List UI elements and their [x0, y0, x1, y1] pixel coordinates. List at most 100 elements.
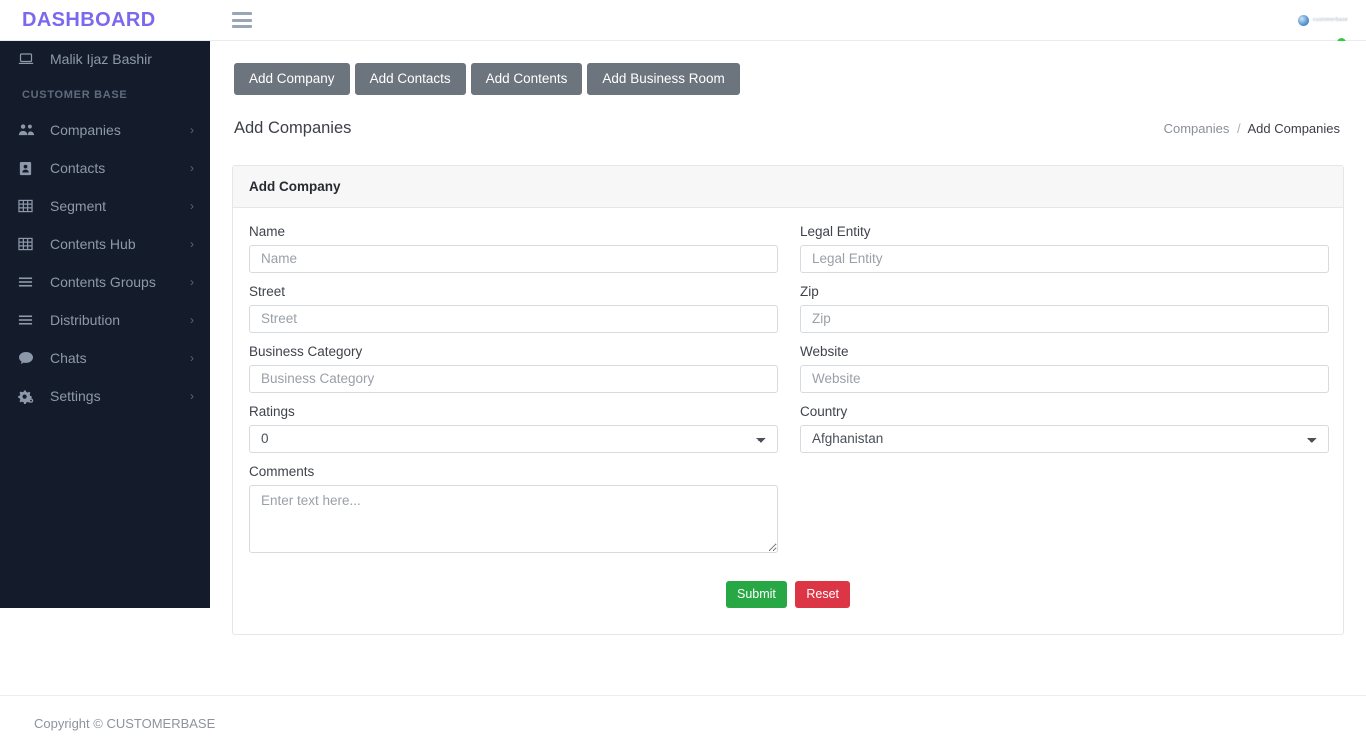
- comments-textarea[interactable]: [249, 484, 778, 553]
- chevron-right-icon: ›: [190, 237, 194, 251]
- add-company-form: Name Street Business Category Ratings 01…: [233, 208, 1343, 634]
- gears-icon: [18, 389, 50, 404]
- top-navbar: DASHBOARD customerbase: [0, 0, 1366, 47]
- chat-bubble-icon: [18, 351, 50, 365]
- sidebar-section-heading: CUSTOMER BASE: [22, 89, 128, 101]
- breadcrumb-current: Add Companies: [1247, 120, 1341, 136]
- hamburger-bar: [232, 12, 252, 15]
- country-label: Country: [800, 403, 848, 419]
- breadcrumb-parent[interactable]: Companies: [1164, 121, 1230, 136]
- form-column-left: Comments: [249, 464, 778, 569]
- tab-add-contents[interactable]: Add Contents: [470, 63, 583, 95]
- chevron-right-icon: ›: [190, 123, 194, 137]
- chevron-right-icon: ›: [190, 389, 194, 403]
- zip-input[interactable]: [800, 304, 1329, 333]
- tab-add-company[interactable]: Add Company: [234, 63, 350, 95]
- field-group-legal-entity: Legal Entity: [800, 224, 1329, 273]
- sidebar-item-chats[interactable]: Chats ›: [0, 339, 210, 377]
- sidebar-item-label: Segment: [50, 198, 107, 214]
- field-group-website: Website: [800, 344, 1329, 393]
- chevron-right-icon: ›: [190, 313, 194, 327]
- business-category-label: Business Category: [249, 343, 363, 359]
- field-group-zip: Zip: [800, 284, 1329, 333]
- chevron-right-icon: ›: [190, 199, 194, 213]
- user-menu[interactable]: customerbase: [1297, 14, 1348, 26]
- sidebar-user[interactable]: Malik Ijaz Bashir: [0, 41, 210, 77]
- website-input[interactable]: [800, 364, 1329, 393]
- legal-entity-label: Legal Entity: [800, 223, 871, 239]
- sidebar-item-contents-groups[interactable]: Contents Groups ›: [0, 263, 210, 301]
- field-group-ratings: Ratings 012345: [249, 404, 778, 453]
- tab-add-contacts[interactable]: Add Contacts: [354, 63, 466, 95]
- website-label: Website: [800, 343, 849, 359]
- comments-label: Comments: [249, 463, 315, 479]
- form-column-right-empty: [800, 464, 1329, 569]
- sidebar-item-label: Contents Groups: [50, 274, 156, 290]
- chevron-right-icon: ›: [190, 161, 194, 175]
- table-grid-icon: [18, 199, 50, 213]
- chevron-right-icon: ›: [190, 351, 194, 365]
- sidebar-item-segment[interactable]: Segment ›: [0, 187, 210, 225]
- sidebar-item-contents-hub[interactable]: Contents Hub ›: [0, 225, 210, 263]
- contact-card-icon: [18, 161, 50, 176]
- reset-button[interactable]: Reset: [795, 580, 850, 608]
- avatar: [1297, 14, 1309, 26]
- user-name-label: customerbase: [1312, 17, 1348, 23]
- sidebar-user-label: Malik Ijaz Bashir: [50, 51, 152, 67]
- form-row: Name Street Business Category Ratings 01…: [249, 224, 1329, 464]
- page-header: Add Companies Companies / Add Companies: [210, 95, 1366, 138]
- name-label: Name: [249, 223, 286, 239]
- breadcrumb: Companies / Add Companies: [1164, 121, 1340, 136]
- name-input[interactable]: [249, 244, 778, 273]
- card-heading: Add Company: [233, 165, 1343, 208]
- chevron-right-icon: ›: [190, 275, 194, 289]
- sidebar-item-companies[interactable]: Companies ›: [0, 111, 210, 149]
- hamburger-bar: [232, 18, 252, 22]
- action-tab-bar: Add Company Add Contacts Add Contents Ad…: [210, 41, 1366, 95]
- main-content: Add Company Add Contacts Add Contents Ad…: [210, 41, 1366, 750]
- street-label: Street: [249, 283, 286, 299]
- sidebar-item-label: Contents Hub: [50, 236, 136, 252]
- add-company-card: Add Company Name Street Business Categor…: [232, 164, 1344, 635]
- zip-label: Zip: [800, 283, 819, 299]
- country-select[interactable]: AfghanistanAlbaniaAlgeriaAndorraAngola: [800, 424, 1329, 453]
- topbar-right-group: customerbase: [1297, 14, 1366, 47]
- list-bars-icon: [18, 314, 50, 326]
- footer: Copyright © CUSTOMERBASE: [0, 695, 1366, 750]
- ratings-select[interactable]: 012345: [249, 424, 778, 453]
- sidebar-item-label: Settings: [50, 388, 101, 404]
- field-group-country: Country AfghanistanAlbaniaAlgeriaAndorra…: [800, 404, 1329, 453]
- app-brand: DASHBOARD: [22, 8, 156, 31]
- field-group-street: Street: [249, 284, 778, 333]
- breadcrumb-separator: /: [1236, 120, 1241, 136]
- legal-entity-input[interactable]: [800, 244, 1329, 273]
- ratings-label: Ratings: [249, 403, 295, 419]
- hamburger-bar: [232, 25, 252, 28]
- sidebar-item-contacts[interactable]: Contacts ›: [0, 149, 210, 187]
- form-column-right: Legal Entity Zip Website Country Afghani…: [800, 224, 1329, 464]
- business-category-input[interactable]: [249, 364, 778, 393]
- sidebar-item-label: Distribution: [50, 312, 121, 328]
- users-group-icon: [18, 123, 50, 137]
- sidebar: Malik Ijaz Bashir CUSTOMER BASE Companie…: [0, 41, 210, 608]
- field-group-comments: Comments: [249, 464, 778, 558]
- sidebar-item-label: Companies: [50, 122, 121, 138]
- tab-add-business-room[interactable]: Add Business Room: [587, 63, 740, 95]
- page-title: Add Companies: [234, 118, 352, 137]
- laptop-icon: [18, 51, 50, 67]
- form-actions: Submit Reset: [249, 569, 1327, 608]
- form-column-left: Name Street Business Category Ratings 01…: [249, 224, 778, 464]
- sidebar-item-label: Chats: [50, 350, 87, 366]
- field-group-name: Name: [249, 224, 778, 273]
- copyright-text: Copyright © CUSTOMERBASE: [34, 715, 216, 731]
- field-group-business-category: Business Category: [249, 344, 778, 393]
- sidebar-item-distribution[interactable]: Distribution ›: [0, 301, 210, 339]
- submit-button[interactable]: Submit: [725, 580, 787, 608]
- form-row: Comments: [249, 464, 1327, 569]
- table-grid-icon: [18, 237, 50, 251]
- sidebar-item-settings[interactable]: Settings ›: [0, 377, 210, 415]
- list-bars-icon: [18, 276, 50, 288]
- sidebar-item-label: Contacts: [50, 160, 106, 176]
- hamburger-icon[interactable]: [232, 12, 252, 28]
- street-input[interactable]: [249, 304, 778, 333]
